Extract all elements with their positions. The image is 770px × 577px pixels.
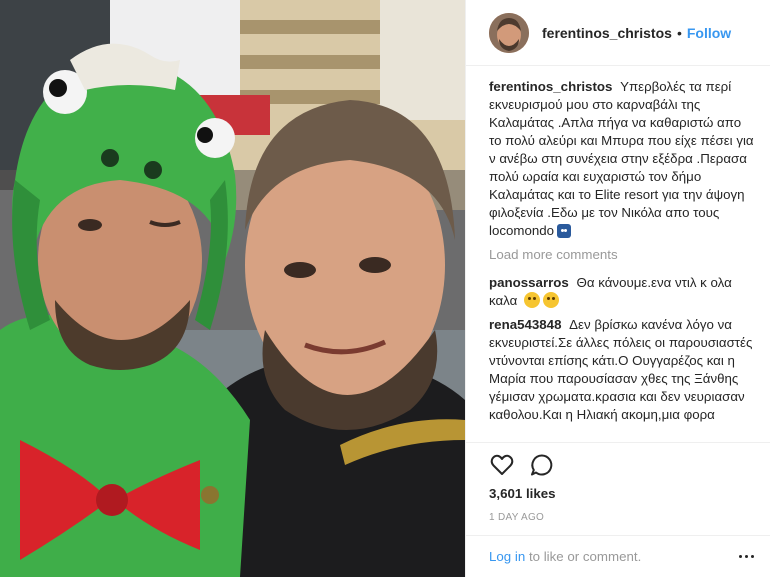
avatar-image <box>489 12 529 53</box>
divider <box>466 442 770 443</box>
selfie-photo-illustration <box>0 0 465 577</box>
emoji-icon <box>524 292 541 308</box>
more-options-icon[interactable] <box>734 547 758 565</box>
login-link[interactable]: Log in <box>489 549 525 564</box>
heart-outline-icon <box>490 454 514 475</box>
caption-username[interactable]: ferentinos_christos <box>489 79 612 94</box>
comment-username[interactable]: rena543848 <box>489 317 561 332</box>
comment-text: Δεν βρίσκω κανένα λόγο να εκνευριστεί.Σε… <box>489 317 753 422</box>
login-prompt-text: to like or comment. <box>528 549 642 564</box>
login-prompt: Log in to like or comment. <box>489 549 641 564</box>
comment-item: rena543848 Δεν βρίσκω κανένα λόγο να εκν… <box>489 316 757 424</box>
comment-item: panossarros Θα κάνουμε.ενα ντιλ κ ολα κα… <box>489 274 757 310</box>
header-separator: • <box>676 24 682 41</box>
post-header: ferentinos_christos • Follow <box>466 0 770 66</box>
likes-number: 3,601 <box>489 486 523 501</box>
divider <box>466 535 770 536</box>
header-username[interactable]: ferentinos_christos <box>542 25 672 41</box>
follow-button[interactable]: Follow <box>687 25 731 41</box>
caption-text: Υπερβολές τα περί εκνευρισμού μου στο κα… <box>489 79 754 238</box>
post-photo[interactable] <box>0 0 465 577</box>
post-actions <box>489 452 569 478</box>
likes-suffix: likes <box>525 486 556 501</box>
post-timestamp[interactable]: 1 day ago <box>489 512 544 523</box>
speech-bubble-icon <box>531 454 553 476</box>
like-button[interactable] <box>489 452 515 478</box>
avatar[interactable] <box>489 12 529 53</box>
comment-button[interactable] <box>529 452 555 478</box>
load-more-comments-button[interactable]: Load more comments <box>489 246 757 264</box>
comment-username[interactable]: panossarros <box>489 275 569 290</box>
emoji-icon <box>543 292 560 308</box>
post-sidebar: ferentinos_christos • Follow ferentinos_… <box>465 0 770 577</box>
emoji-icon <box>557 224 572 238</box>
likes-count[interactable]: 3,601 likes <box>489 486 556 501</box>
comments-area[interactable]: ferentinos_christos Υπερβολές τα περί εκ… <box>489 78 757 444</box>
caption: ferentinos_christos Υπερβολές τα περί εκ… <box>489 78 757 240</box>
instagram-post: ferentinos_christos • Follow ferentinos_… <box>0 0 770 577</box>
